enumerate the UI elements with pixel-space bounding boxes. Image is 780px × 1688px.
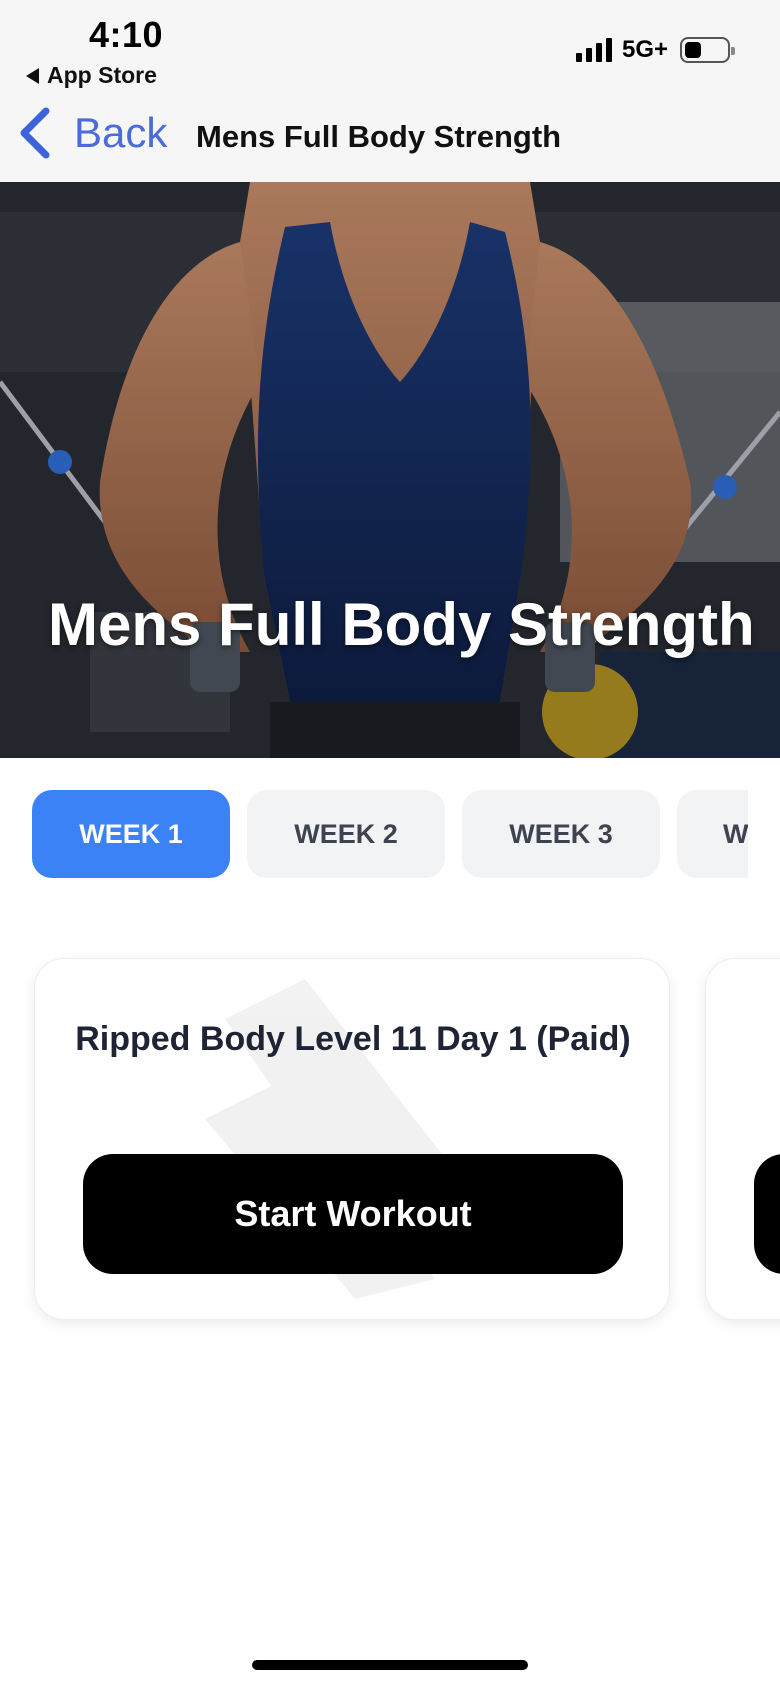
signal-icon	[575, 38, 612, 62]
status-indicators: 5G+	[575, 36, 735, 64]
start-workout-button[interactable]: Start Workout	[83, 1154, 623, 1274]
tab-week-3[interactable]: WEEK 3	[462, 790, 660, 878]
status-bar: 4:10 App Store 5G+	[0, 0, 780, 95]
status-time: 4:10	[89, 14, 164, 55]
workout-carousel: Ripped Body Level 11 Day 1 (Paid) Start …	[0, 940, 780, 1340]
home-indicator[interactable]	[252, 1660, 528, 1670]
network-type: 5G+	[621, 36, 668, 63]
athlete-photo	[0, 182, 780, 758]
tab-week-1[interactable]: WEEK 1	[32, 790, 230, 878]
tab-week-4[interactable]: W	[677, 790, 748, 878]
return-app-label: App Store	[47, 62, 157, 88]
navigation-bar: Back Mens Full Body Strength	[0, 95, 780, 182]
next-workout-card[interactable]	[705, 958, 780, 1320]
workout-card: Ripped Body Level 11 Day 1 (Paid) Start …	[34, 958, 670, 1320]
workout-title: Ripped Body Level 11 Day 1 (Paid)	[75, 1020, 631, 1058]
back-button[interactable]: Back	[18, 107, 167, 159]
hero-image: Mens Full Body Strength	[0, 182, 780, 758]
return-to-app-link[interactable]: App Store	[26, 62, 157, 89]
next-start-button[interactable]	[754, 1154, 780, 1274]
week-tabs: WEEK 1 WEEK 2 WEEK 3 W	[0, 790, 748, 878]
back-button-label: Back	[74, 109, 168, 156]
page-title: Mens Full Body Strength	[196, 119, 562, 154]
chevron-left-icon	[20, 107, 50, 159]
battery-icon	[680, 37, 735, 63]
tab-week-2[interactable]: WEEK 2	[247, 790, 445, 878]
back-triangle-icon	[26, 67, 39, 84]
hero-title: Mens Full Body Strength	[48, 591, 755, 658]
